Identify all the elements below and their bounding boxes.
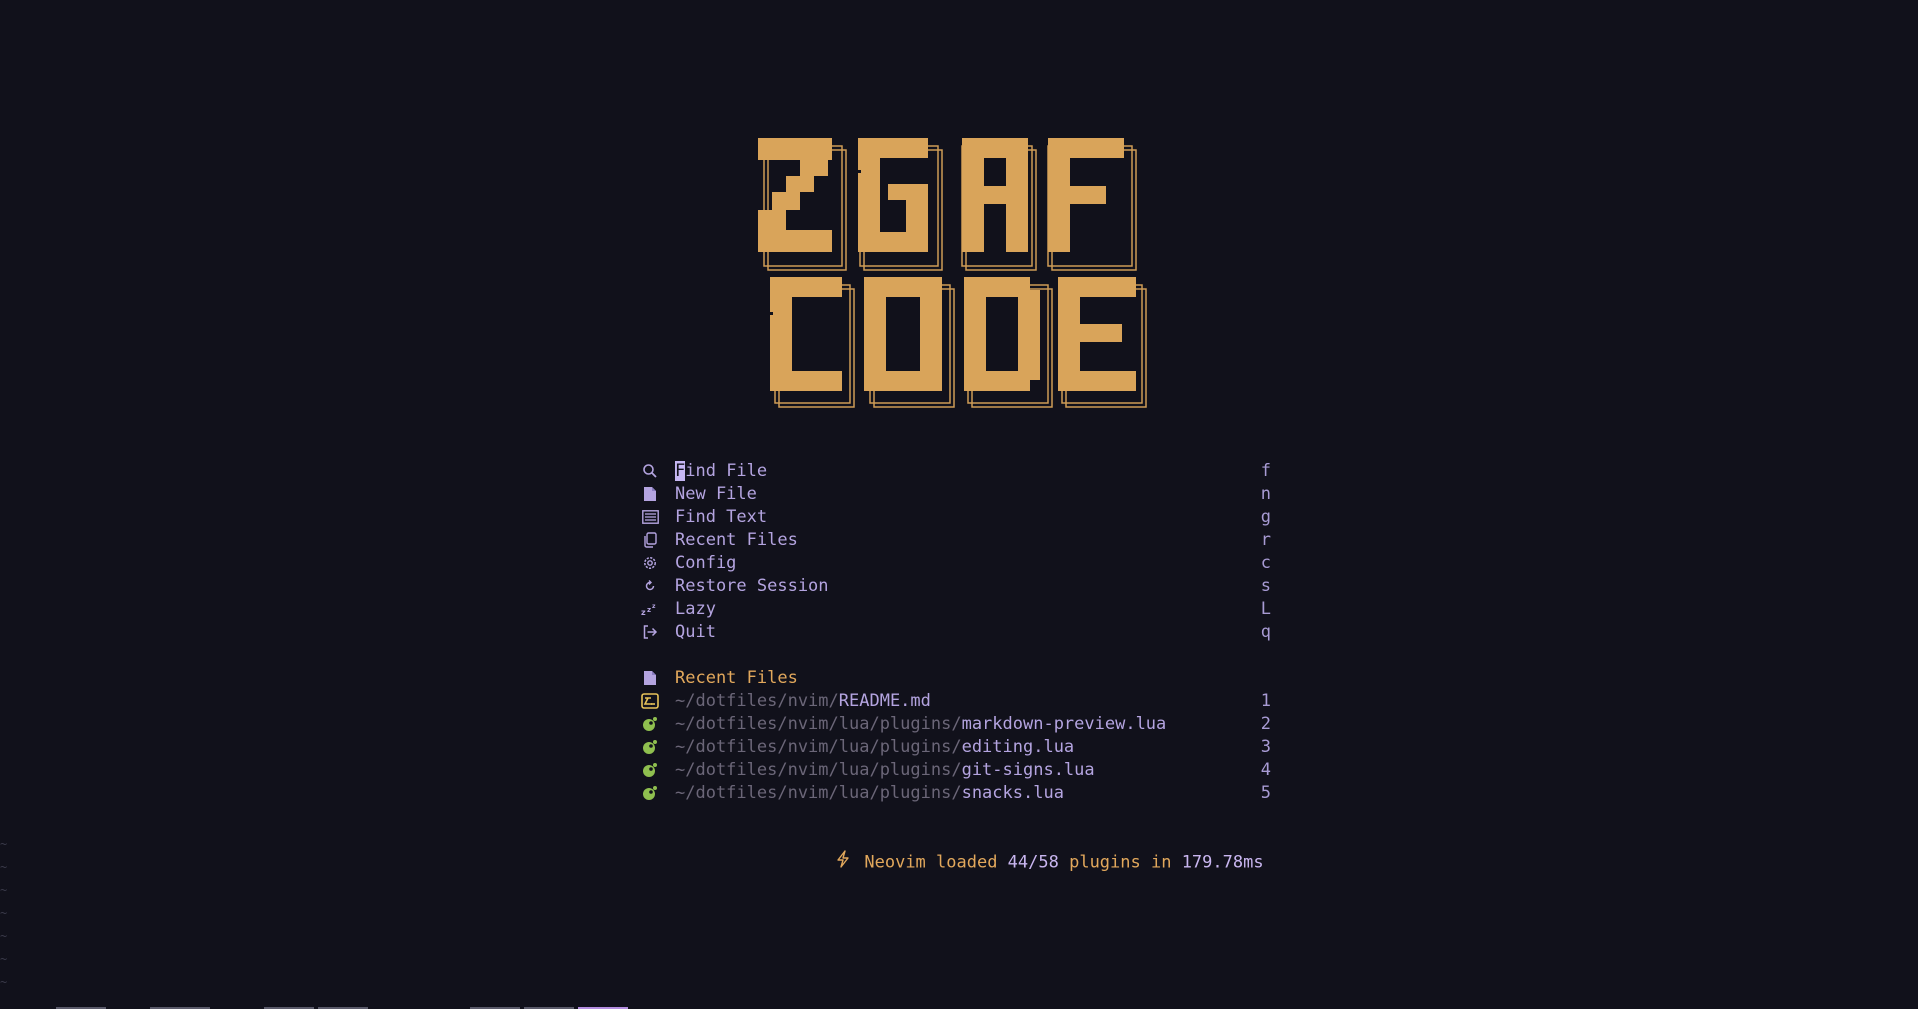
menu-item-key: L bbox=[1260, 599, 1271, 619]
lua-icon bbox=[641, 761, 659, 779]
file-dir: ~/dotfiles/nvim/ bbox=[675, 691, 839, 711]
recent-files-title: Recent Files bbox=[675, 668, 798, 688]
markdown-icon bbox=[641, 692, 659, 710]
file-dir: ~/dotfiles/nvim/lua/plugins/ bbox=[675, 783, 962, 803]
lua-icon bbox=[641, 715, 659, 733]
neovim-dashboard: Find File f New File n Find Text g Recen… bbox=[0, 0, 1918, 1009]
lua-icon bbox=[641, 784, 659, 802]
menu-item-key: s bbox=[1260, 576, 1271, 596]
file-name: markdown-preview.lua bbox=[961, 714, 1167, 734]
exit-icon bbox=[641, 623, 659, 641]
menu-item-key: c bbox=[1260, 553, 1271, 573]
menu-item-restore-session[interactable]: Restore Session s bbox=[641, 575, 1271, 598]
menu-item-new-file[interactable]: New File n bbox=[641, 483, 1271, 506]
tilde-marker: ~ bbox=[0, 837, 8, 851]
file-dir: ~/dotfiles/nvim/lua/plugins/ bbox=[675, 760, 962, 780]
text-search-icon bbox=[641, 508, 659, 526]
tilde-marker: ~ bbox=[0, 952, 8, 966]
search-icon bbox=[641, 462, 659, 480]
recent-file-item[interactable]: ~/dotfiles/nvim/lua/plugins/editing.lua … bbox=[641, 736, 1271, 759]
file-key: 4 bbox=[1260, 760, 1271, 780]
menu-item-key: n bbox=[1260, 484, 1271, 504]
menu-item-key: g bbox=[1260, 507, 1271, 527]
ascii-logo bbox=[0, 0, 1918, 420]
startup-stats: Neovim loaded 44/58 plugins in 179.78ms bbox=[734, 804, 1264, 873]
copy-icon bbox=[641, 531, 659, 549]
logo-graphic bbox=[758, 138, 1147, 408]
file-name: editing.lua bbox=[961, 737, 1075, 757]
menu-item-quit[interactable]: Quit q bbox=[641, 621, 1271, 644]
tilde-marker: ~ bbox=[0, 975, 8, 989]
menu-item-label: Recent Files bbox=[675, 530, 798, 550]
lightning-icon bbox=[775, 827, 850, 898]
menu-item-label: Find Text bbox=[675, 507, 768, 527]
file-key: 1 bbox=[1260, 691, 1271, 711]
menu-item-lazy[interactable]: zzz Lazy L bbox=[641, 598, 1271, 621]
file-dir: ~/dotfiles/nvim/lua/plugins/ bbox=[675, 714, 962, 734]
menu-item-label: New File bbox=[675, 484, 757, 504]
stats-middle: plugins in bbox=[1058, 852, 1182, 873]
recent-file-item[interactable]: ~/dotfiles/nvim/lua/plugins/git-signs.lu… bbox=[641, 759, 1271, 782]
file-key: 3 bbox=[1260, 737, 1271, 757]
svg-text:z: z bbox=[652, 603, 656, 610]
tilde-marker: ~ bbox=[0, 883, 8, 897]
menu-item-config[interactable]: Config c bbox=[641, 552, 1271, 575]
menu-item-find-text[interactable]: Find Text g bbox=[641, 506, 1271, 529]
file-name: snacks.lua bbox=[961, 783, 1064, 803]
file-key: 5 bbox=[1260, 783, 1271, 803]
menu-item-label: Restore Session bbox=[675, 576, 829, 596]
menu-item-label: Config bbox=[675, 553, 737, 573]
tilde-marker: ~ bbox=[0, 929, 8, 943]
recent-file-item[interactable]: ~/dotfiles/nvim/lua/plugins/snacks.lua 5 bbox=[641, 782, 1271, 805]
tilde-marker: ~ bbox=[0, 906, 8, 920]
sleep-icon: zzz bbox=[641, 600, 659, 618]
menu-item-key: r bbox=[1260, 530, 1271, 550]
menu-item-label: Quit bbox=[675, 622, 716, 642]
startup-time: 179.78ms bbox=[1181, 852, 1264, 873]
gear-icon bbox=[641, 554, 659, 572]
menu-item-recent-files[interactable]: Recent Files r bbox=[641, 529, 1271, 552]
file-name: README.md bbox=[838, 691, 931, 711]
plugins-loaded: 44/58 bbox=[1007, 852, 1059, 873]
svg-text:z: z bbox=[641, 608, 646, 616]
recent-file-item[interactable]: ~/dotfiles/nvim/README.md 1 bbox=[641, 690, 1271, 713]
file-icon bbox=[641, 669, 659, 687]
lua-icon bbox=[641, 738, 659, 756]
file-dir: ~/dotfiles/nvim/lua/plugins/ bbox=[675, 737, 962, 757]
svg-text:z: z bbox=[647, 606, 651, 614]
file-name: git-signs.lua bbox=[961, 760, 1095, 780]
menu-item-label: Find File bbox=[675, 461, 768, 481]
menu-item-key: q bbox=[1260, 622, 1271, 642]
stats-prefix: Neovim loaded bbox=[864, 852, 1008, 873]
menu-item-key: f bbox=[1260, 461, 1271, 481]
file-key: 2 bbox=[1260, 714, 1271, 734]
menu-item-label: Lazy bbox=[675, 599, 716, 619]
file-icon bbox=[641, 485, 659, 503]
menu-item-find-file[interactable]: Find File f bbox=[641, 460, 1271, 483]
tilde-marker: ~ bbox=[0, 860, 8, 874]
restore-icon bbox=[641, 577, 659, 595]
recent-files-header: Recent Files bbox=[641, 667, 1271, 690]
recent-file-item[interactable]: ~/dotfiles/nvim/lua/plugins/markdown-pre… bbox=[641, 713, 1271, 736]
